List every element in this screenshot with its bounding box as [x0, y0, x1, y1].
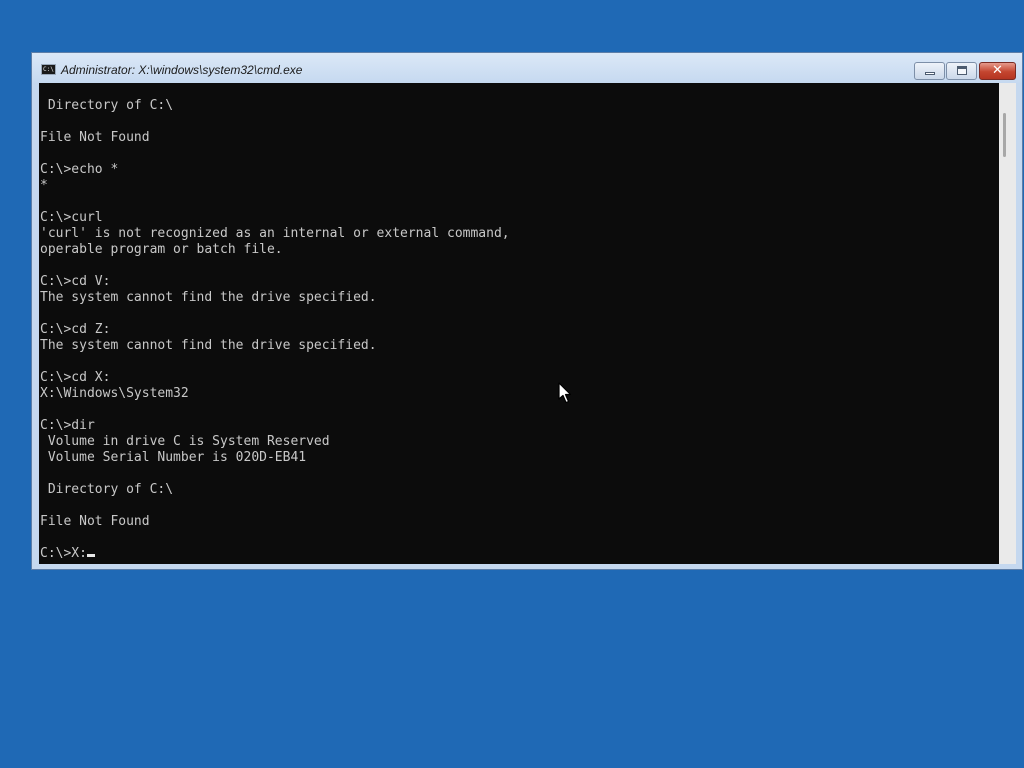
cmd-window[interactable]: C:\ Administrator: X:\windows\system32\c… — [31, 52, 1023, 570]
console-line: File Not Found — [40, 130, 150, 145]
console-line: Directory of C:\ — [40, 482, 174, 497]
console-line: C:\>curl — [40, 210, 103, 225]
console-line: Volume Serial Number is 020D-EB41 — [40, 450, 307, 465]
console-line: C:\>cd X: — [40, 370, 111, 385]
console-line: C:\>cd Z: — [40, 322, 111, 337]
close-button[interactable]: ✕ — [979, 62, 1016, 80]
title-bar[interactable]: C:\ Administrator: X:\windows\system32\c… — [32, 53, 1022, 83]
command-prompt-line[interactable]: C:\>X: — [40, 546, 510, 562]
console-line: The system cannot find the drive specifi… — [40, 290, 377, 305]
console-history: Directory of C:\ File Not Found C:\>echo *… — [40, 83, 510, 546]
console-line: * — [40, 178, 48, 193]
prompt-text: C:\>X: — [40, 546, 87, 561]
console-line: C:\>dir — [40, 418, 95, 433]
minimize-button[interactable] — [914, 62, 945, 80]
mouse-pointer-icon — [558, 382, 572, 404]
vertical-scrollbar[interactable] — [999, 83, 1016, 564]
console-line: X:\Windows\System32 — [40, 386, 189, 401]
console-line: Volume in drive C is System Reserved — [40, 434, 330, 449]
console-line: File Not Found — [40, 514, 150, 529]
scrollbar-thumb[interactable] — [1003, 113, 1006, 157]
cmd-app-icon[interactable]: C:\ — [41, 64, 56, 75]
console-line: C:\>cd V: — [40, 274, 111, 289]
console-text: Directory of C:\ File Not Found C:\>echo *… — [40, 83, 510, 562]
console-line: C:\>echo * — [40, 162, 119, 177]
desktop-background: C:\ Administrator: X:\windows\system32\c… — [0, 0, 1024, 768]
minimize-icon — [925, 72, 935, 75]
text-cursor — [86, 554, 95, 557]
console-line: The system cannot find the drive specifi… — [40, 338, 377, 353]
close-icon: ✕ — [992, 63, 1003, 78]
window-title: Administrator: X:\windows\system32\cmd.e… — [61, 63, 303, 77]
console-line: operable program or batch file. — [40, 242, 283, 257]
console-line: Directory of C:\ — [40, 98, 174, 113]
console-output-area[interactable]: Directory of C:\ File Not Found C:\>echo *… — [39, 83, 999, 564]
console-line: 'curl' is not recognized as an internal … — [40, 226, 510, 241]
restore-icon — [957, 66, 967, 75]
maximize-button[interactable] — [946, 62, 977, 80]
